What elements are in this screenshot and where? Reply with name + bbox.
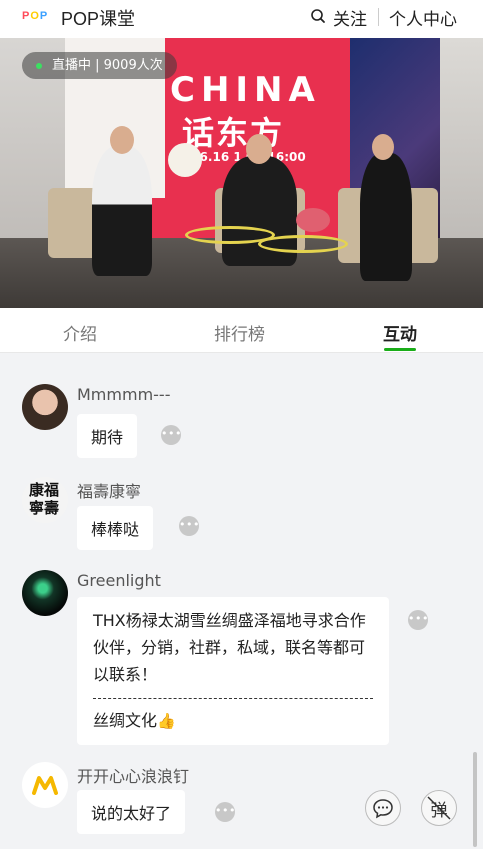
poster-title-en: CHINA	[170, 70, 321, 110]
user-center-link[interactable]: 个人中心	[389, 5, 457, 30]
follow-button[interactable]: 关注	[333, 5, 367, 30]
username: Mmmmm---	[77, 385, 171, 404]
more-options-icon[interactable]: •••	[161, 425, 181, 445]
live-viewer-badge: 直播中 | 9009人次	[22, 52, 177, 79]
round-table-right	[258, 235, 348, 253]
content-tabs: 介绍 排行榜 互动	[0, 308, 483, 353]
pop-logo[interactable]: P O P	[22, 11, 47, 22]
username: Greenlight	[77, 571, 161, 590]
avatar[interactable]	[22, 570, 68, 616]
avatar[interactable]	[22, 384, 68, 430]
host-woman-head	[110, 126, 134, 154]
message-bubble: 棒棒哒	[77, 506, 154, 550]
message-bubble: 说的太好了	[77, 790, 186, 834]
avatar[interactable]	[22, 762, 68, 808]
feed-scrollbar[interactable]	[473, 752, 477, 847]
username: 开开心心浪浪钉	[77, 767, 190, 786]
top-bar: P O P POP课堂 关注 个人中心	[0, 0, 483, 38]
tab-interaction[interactable]: 互动	[383, 320, 417, 345]
message-text: THX杨禄太湖雪丝绸盛泽福地寻求合作伙伴，分销，社群，私域，联名等都可以联系！	[93, 611, 366, 684]
live-video-player[interactable]: CHINA 话东方 .6.16 1 00-16:00 直播中 | 9009人次	[0, 38, 483, 308]
logo-letter-o: O	[30, 10, 39, 22]
live-indicator-dot	[36, 63, 42, 69]
dashed-divider	[93, 698, 373, 699]
m-logo-icon	[32, 776, 58, 795]
logo-letter-p2: P	[39, 10, 48, 22]
guest-woman	[360, 153, 412, 281]
more-options-icon[interactable]: •••	[179, 516, 199, 536]
live-status-text: 直播中 | 9009人次	[52, 58, 163, 73]
message-bubble: THX杨禄太湖雪丝绸盛泽福地寻求合作伙伴，分销，社群，私域，联名等都可以联系！ …	[77, 597, 389, 745]
danmaku-toggle-button[interactable]: 弹	[421, 790, 457, 826]
thumbs-up-icon: 👍	[157, 712, 176, 730]
avatar[interactable]: 康福寧壽	[22, 477, 68, 523]
flower-arrangement	[296, 208, 330, 232]
host-woman	[92, 146, 152, 276]
message-tag-text: 丝绸文化	[93, 711, 158, 730]
flower-vase	[168, 143, 202, 177]
active-tab-indicator	[384, 348, 416, 351]
tab-ranking[interactable]: 排行榜	[214, 320, 265, 345]
danmaku-off-slash-icon	[427, 796, 451, 820]
search-icon[interactable]	[310, 8, 326, 24]
guest-man-head	[246, 134, 272, 164]
brand-title: POP课堂	[61, 9, 136, 29]
message-tag: 丝绸文化👍	[93, 707, 373, 735]
header-divider	[378, 8, 379, 26]
username: 福壽康寧	[77, 482, 142, 501]
message-bubble: 期待	[77, 414, 138, 458]
avatar-calligraphy: 康福寧壽	[29, 481, 60, 517]
guest-woman-head	[372, 134, 394, 160]
comment-button[interactable]	[365, 790, 401, 826]
tab-intro[interactable]: 介绍	[63, 320, 97, 345]
more-options-icon[interactable]: •••	[215, 802, 235, 822]
logo-letter-p1: P	[22, 10, 30, 22]
comment-feed[interactable]: Mmmmm--- 期待 ••• 康福寧壽 福壽康寧 棒棒哒 ••• Greenl…	[0, 354, 483, 849]
comment-icon	[373, 799, 393, 819]
more-options-icon[interactable]: •••	[408, 610, 428, 630]
